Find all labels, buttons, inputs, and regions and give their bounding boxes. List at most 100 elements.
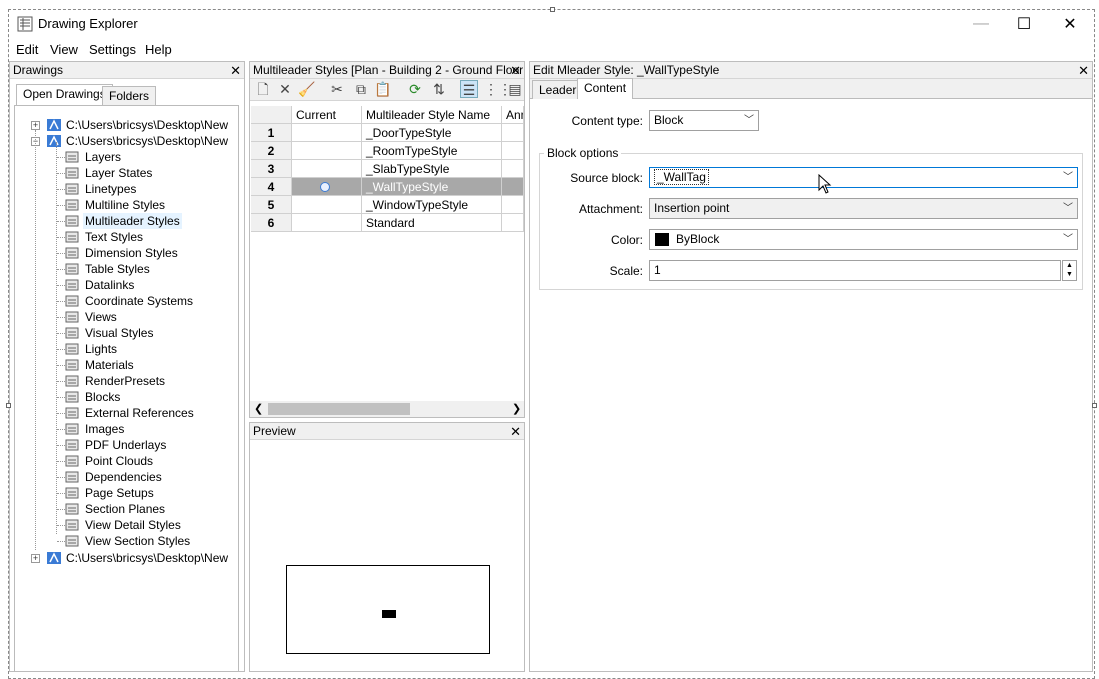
layer-states-icon (64, 166, 80, 180)
style-name-cell[interactable]: _WallTypeStyle (362, 178, 502, 196)
scroll-right-icon[interactable]: ❯ (512, 402, 521, 415)
details-view-icon[interactable]: ☰ (460, 80, 478, 98)
row-number[interactable]: 4 (251, 178, 292, 196)
cut-icon[interactable]: ✂ (328, 80, 346, 98)
tab-content[interactable]: Content (577, 78, 634, 99)
menu-view[interactable]: View (50, 42, 78, 57)
preview-block-mark (382, 610, 396, 618)
color-label: Color: (610, 233, 643, 247)
drawings-panel-close-icon[interactable]: ✕ (230, 62, 241, 79)
tree-root-drawing[interactable]: C:\Users\bricsys\Desktop\New fol (66, 550, 231, 566)
style-name-cell[interactable]: _RoomTypeStyle (362, 142, 502, 160)
window-title: Drawing Explorer (38, 16, 138, 31)
drawing-file-icon (46, 118, 62, 132)
current-cell[interactable] (292, 160, 362, 178)
color-select[interactable]: ByBlock ﹀ (649, 229, 1078, 250)
styles-hscrollbar[interactable]: ❮ ❯ (250, 401, 524, 417)
menu-settings[interactable]: Settings (89, 42, 136, 57)
tree-item-materials[interactable]: Materials (83, 357, 136, 373)
tree-item-text-styles[interactable]: Text Styles (83, 229, 145, 245)
tree-item-lights[interactable]: Lights (83, 341, 119, 357)
tree-item-multileader-styles[interactable]: Multileader Styles (83, 213, 182, 229)
current-cell[interactable] (292, 124, 362, 142)
style-name-cell[interactable]: _SlabTypeStyle (362, 160, 502, 178)
source-block-select[interactable]: _WallTag ﹀ (649, 167, 1078, 188)
tree-item-table-styles[interactable]: Table Styles (83, 261, 152, 277)
table-styles-icon (64, 262, 80, 276)
current-cell[interactable] (292, 178, 362, 196)
tab-open-drawings[interactable]: Open Drawings (16, 84, 113, 105)
tree-item-point-clouds[interactable]: Point Clouds (83, 453, 155, 469)
tree-root-drawing[interactable]: C:\Users\bricsys\Desktop\New fol (66, 133, 231, 149)
resize-handle[interactable] (550, 7, 555, 12)
tree-item-view-section-styles[interactable]: View Section Styles (83, 533, 192, 549)
tree-view-icon[interactable]: ▤ (506, 80, 524, 98)
refresh-icon[interactable]: ⇅ (430, 80, 448, 98)
tree-expander[interactable]: + (31, 121, 40, 130)
attachment-select[interactable]: Insertion point ﹀ (649, 198, 1078, 219)
scroll-thumb[interactable] (268, 403, 410, 415)
close-button[interactable]: ✕ (1047, 10, 1093, 38)
column-header[interactable]: Current (292, 106, 362, 124)
row-number[interactable]: 5 (251, 196, 292, 214)
tree-item-datalinks[interactable]: Datalinks (83, 277, 136, 293)
menu-edit[interactable]: Edit (16, 42, 38, 57)
tree-item-layer-states[interactable]: Layer States (83, 165, 154, 181)
copy-icon[interactable]: ⧉ (352, 80, 370, 98)
minimize-button[interactable]: — (958, 10, 1004, 38)
delete-icon[interactable]: ✕ (276, 80, 294, 98)
column-header[interactable]: Multileader Style Name (362, 106, 502, 124)
resize-handle[interactable] (6, 403, 11, 408)
annotative-cell[interactable] (502, 214, 524, 232)
scale-input[interactable]: 1 (649, 260, 1061, 281)
tree-item-external-references[interactable]: External References (83, 405, 196, 421)
style-name-cell[interactable]: _WindowTypeStyle (362, 196, 502, 214)
annotative-cell[interactable] (502, 142, 524, 160)
tree-item-coordinate-systems[interactable]: Coordinate Systems (83, 293, 195, 309)
preview-panel-close-icon[interactable]: ✕ (510, 423, 521, 440)
edit-panel-close-icon[interactable]: ✕ (1078, 62, 1089, 79)
row-number[interactable]: 2 (251, 142, 292, 160)
row-number[interactable]: 1 (251, 124, 292, 142)
tree-item-visual-styles[interactable]: Visual Styles (83, 325, 155, 341)
tree-item-dimension-styles[interactable]: Dimension Styles (83, 245, 180, 261)
content-type-select[interactable]: Block ﹀ (649, 110, 759, 131)
tree-item-layers[interactable]: Layers (83, 149, 123, 165)
scroll-left-icon[interactable]: ❮ (254, 402, 263, 415)
tree-item-pdf-underlays[interactable]: PDF Underlays (83, 437, 168, 453)
row-number[interactable]: 6 (251, 214, 292, 232)
tree-root-drawing[interactable]: C:\Users\bricsys\Desktop\New fol (66, 117, 231, 133)
block-options-title: Block options (544, 146, 622, 160)
menu-help[interactable]: Help (145, 42, 172, 57)
tree-item-linetypes[interactable]: Linetypes (83, 181, 138, 197)
style-name-cell[interactable]: Standard (362, 214, 502, 232)
tree-item-dependencies[interactable]: Dependencies (83, 469, 164, 485)
tree-item-view-detail-styles[interactable]: View Detail Styles (83, 517, 183, 533)
dimension-styles-icon (64, 246, 80, 260)
tree-item-views[interactable]: Views (83, 309, 119, 325)
tree-item-blocks[interactable]: Blocks (83, 389, 122, 405)
linetypes-icon (64, 182, 80, 196)
tree-item-multiline-styles[interactable]: Multiline Styles (83, 197, 167, 213)
tab-leader[interactable]: Leader (532, 80, 584, 99)
tab-folders[interactable]: Folders (102, 86, 157, 105)
styles-panel-close-icon[interactable]: ✕ (510, 62, 521, 79)
set-current-icon[interactable]: ⟳ (406, 80, 424, 98)
new-style-icon[interactable]: 🗋 (254, 80, 272, 98)
current-cell[interactable] (292, 214, 362, 232)
resize-handle[interactable] (1092, 403, 1097, 408)
tree-item-images[interactable]: Images (83, 421, 126, 437)
current-cell[interactable] (292, 196, 362, 214)
style-name-cell[interactable]: _DoorTypeStyle (362, 124, 502, 142)
tree-expander[interactable]: + (31, 554, 40, 563)
scale-spinner[interactable]: ▲ ▼ (1062, 260, 1077, 281)
paste-icon[interactable]: 📋 (374, 80, 392, 98)
purge-icon[interactable]: 🧹 (298, 80, 316, 98)
maximize-button[interactable]: ☐ (1001, 10, 1047, 38)
tree-item-page-setups[interactable]: Page Setups (83, 485, 156, 501)
tree-item-renderpresets[interactable]: RenderPresets (83, 373, 167, 389)
row-number[interactable]: 3 (251, 160, 292, 178)
icon-view-icon[interactable]: ⋮⋮ (484, 80, 512, 98)
tree-item-section-planes[interactable]: Section Planes (83, 501, 167, 517)
current-cell[interactable] (292, 142, 362, 160)
